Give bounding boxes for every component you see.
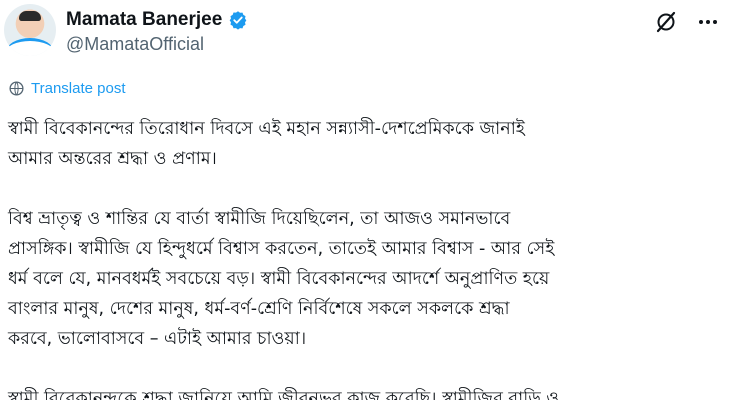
- post-text-line: বিশ্ব ভ্রাতৃত্ব ও শান্তির যে বার্তা স্বা…: [8, 209, 511, 229]
- avatar[interactable]: [4, 4, 56, 56]
- translate-post-label: Translate post: [31, 80, 126, 97]
- avatar-hair-shape: [19, 11, 41, 21]
- translate-post-link[interactable]: Translate post: [8, 80, 126, 97]
- post-text-line: স্বামী বিবেকানন্দকে শ্রদ্ধা জানিয়ে আমি …: [8, 389, 560, 400]
- post-text-line: করবে, ভালোবাসবে – এটাই আমার চাওয়া।: [8, 329, 307, 349]
- post-paragraph-1: স্বামী বিবেকানন্দের তিরোধান দিবসে এই মহা…: [8, 114, 723, 174]
- post-text-line: প্রাসঙ্গিক। স্বামীজি যে হিন্দুধর্মে বিশ্…: [8, 239, 555, 259]
- author-handle[interactable]: @MamataOfficial: [66, 34, 204, 55]
- post-text-line: ধর্ম বলে যে, মানবধর্মই সবচেয়ে বড়। স্বা…: [8, 269, 550, 289]
- verified-badge-icon: [229, 11, 247, 30]
- avatar-shawl-shape: [6, 38, 54, 56]
- more-options-icon[interactable]: [696, 10, 720, 34]
- post-text-line: আমার অন্তরের শ্রদ্ধা ও প্রণাম।: [8, 149, 217, 169]
- post-header: Mamata Banerjee @MamataOfficial: [0, 0, 730, 70]
- post-text: স্বামী বিবেকানন্দের তিরোধান দিবসে এই মহা…: [8, 114, 723, 400]
- post-text-line: স্বামী বিবেকানন্দের তিরোধান দিবসে এই মহা…: [8, 119, 525, 139]
- post-paragraph-2: বিশ্ব ভ্রাতৃত্ব ও শান্তির যে বার্তা স্বা…: [8, 204, 723, 354]
- author-name-row: Mamata Banerjee: [66, 9, 248, 31]
- post-paragraph-3: স্বামী বিবেকানন্দকে শ্রদ্ধা জানিয়ে আমি …: [8, 384, 723, 400]
- post-text-line: বাংলার মানুষ, দেশের মানুষ, ধর্ম-বর্ণ-শ্র…: [8, 299, 510, 319]
- header-actions: [654, 10, 720, 34]
- grok-icon[interactable]: [654, 10, 678, 34]
- translate-icon: [9, 81, 24, 96]
- author-display-name[interactable]: Mamata Banerjee: [66, 9, 222, 31]
